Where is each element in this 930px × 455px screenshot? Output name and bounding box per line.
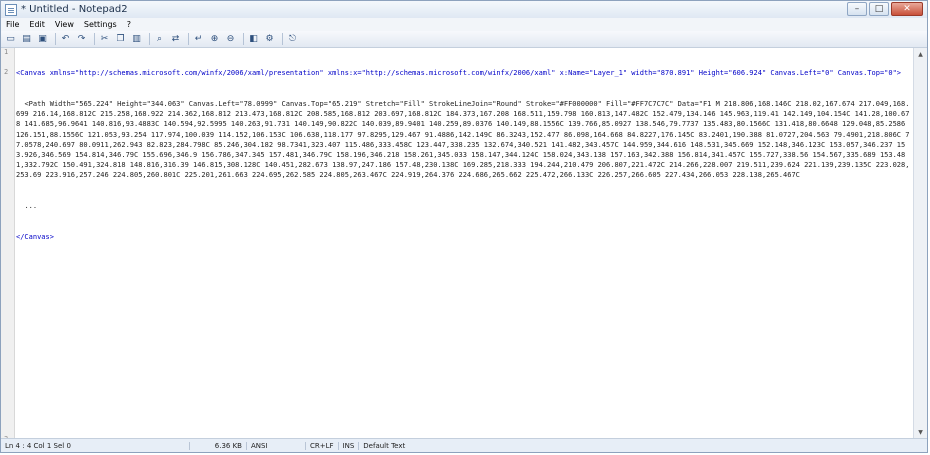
status-position: Ln 4 : 4 Col 1 Sel 0 xyxy=(1,441,190,450)
settings-icon[interactable]: ⚙ xyxy=(263,33,276,46)
toolbar: ▭ ▤ ▣ ↶ ↷ ✂ ❐ ▥ ⌕ ⇄ ↵ ⊕ ⊖ ◧ ⚙ ⎋ xyxy=(1,31,927,48)
code-line: <Canvas xmlns="http://schemas.microsoft.… xyxy=(16,69,902,78)
save-icon[interactable]: ▣ xyxy=(36,33,49,46)
toolbar-divider xyxy=(282,33,283,45)
line-number: 1 xyxy=(4,48,9,56)
title-bar[interactable]: * Untitled - Notepad2 – □ ✕ xyxy=(1,1,927,18)
text-editor[interactable]: 1 2 3 4 <Canvas xmlns="http://schemas.mi… xyxy=(1,48,913,439)
exit-icon[interactable]: ⎋ xyxy=(286,33,299,46)
code-line: <Path Width="565.224" Height="344.063" C… xyxy=(16,100,910,180)
line-number-gutter: 1 2 3 4 xyxy=(1,48,15,439)
new-icon[interactable]: ▭ xyxy=(4,33,17,46)
scheme-icon[interactable]: ◧ xyxy=(247,33,260,46)
copy-icon[interactable]: ❐ xyxy=(114,33,127,46)
close-button[interactable]: ✕ xyxy=(891,2,923,16)
code-content[interactable]: <Canvas xmlns="http://schemas.microsoft.… xyxy=(16,48,911,262)
scroll-up-icon[interactable]: ▲ xyxy=(915,49,926,60)
status-encoding[interactable]: ANSI xyxy=(247,441,306,450)
zoom-out-icon[interactable]: ⊖ xyxy=(224,33,237,46)
cut-icon[interactable]: ✂ xyxy=(98,33,111,46)
minimize-button[interactable]: – xyxy=(847,2,867,16)
maximize-button[interactable]: □ xyxy=(869,2,889,16)
toolbar-divider xyxy=(188,33,189,45)
toolbar-divider xyxy=(243,33,244,45)
menu-bar: File Edit View Settings ? xyxy=(1,18,927,31)
redo-icon[interactable]: ↷ xyxy=(75,33,88,46)
status-mode: INS xyxy=(339,441,360,450)
line-number: 2 xyxy=(4,68,9,76)
open-icon[interactable]: ▤ xyxy=(20,33,33,46)
window-controls: – □ ✕ xyxy=(847,2,923,16)
menu-settings[interactable]: Settings xyxy=(79,20,122,29)
status-scheme[interactable]: Default Text xyxy=(359,442,409,450)
paste-icon[interactable]: ▥ xyxy=(130,33,143,46)
vertical-scrollbar[interactable]: ▲ ▼ xyxy=(913,48,927,439)
undo-icon[interactable]: ↶ xyxy=(59,33,72,46)
menu-help[interactable]: ? xyxy=(122,20,136,29)
menu-file[interactable]: File xyxy=(1,20,24,29)
status-bar: Ln 4 : 4 Col 1 Sel 0 6.36 KB ANSI CR+LF … xyxy=(1,438,927,452)
zoom-in-icon[interactable]: ⊕ xyxy=(208,33,221,46)
menu-edit[interactable]: Edit xyxy=(24,20,50,29)
toolbar-divider xyxy=(94,33,95,45)
notepad-window: * Untitled - Notepad2 – □ ✕ File Edit Vi… xyxy=(0,0,928,453)
status-eol[interactable]: CR+LF xyxy=(306,441,339,450)
notepad-icon xyxy=(5,3,17,16)
replace-icon[interactable]: ⇄ xyxy=(169,33,182,46)
wordwrap-icon[interactable]: ↵ xyxy=(192,33,205,46)
find-icon[interactable]: ⌕ xyxy=(153,33,166,46)
code-line: ... xyxy=(16,202,38,211)
menu-view[interactable]: View xyxy=(50,20,79,29)
code-line: </Canvas> xyxy=(16,232,54,241)
status-size: 6.36 KB xyxy=(190,441,247,450)
toolbar-divider xyxy=(149,33,150,45)
window-title: * Untitled - Notepad2 xyxy=(21,4,128,15)
scroll-down-icon[interactable]: ▼ xyxy=(915,427,926,438)
toolbar-divider xyxy=(55,33,56,45)
